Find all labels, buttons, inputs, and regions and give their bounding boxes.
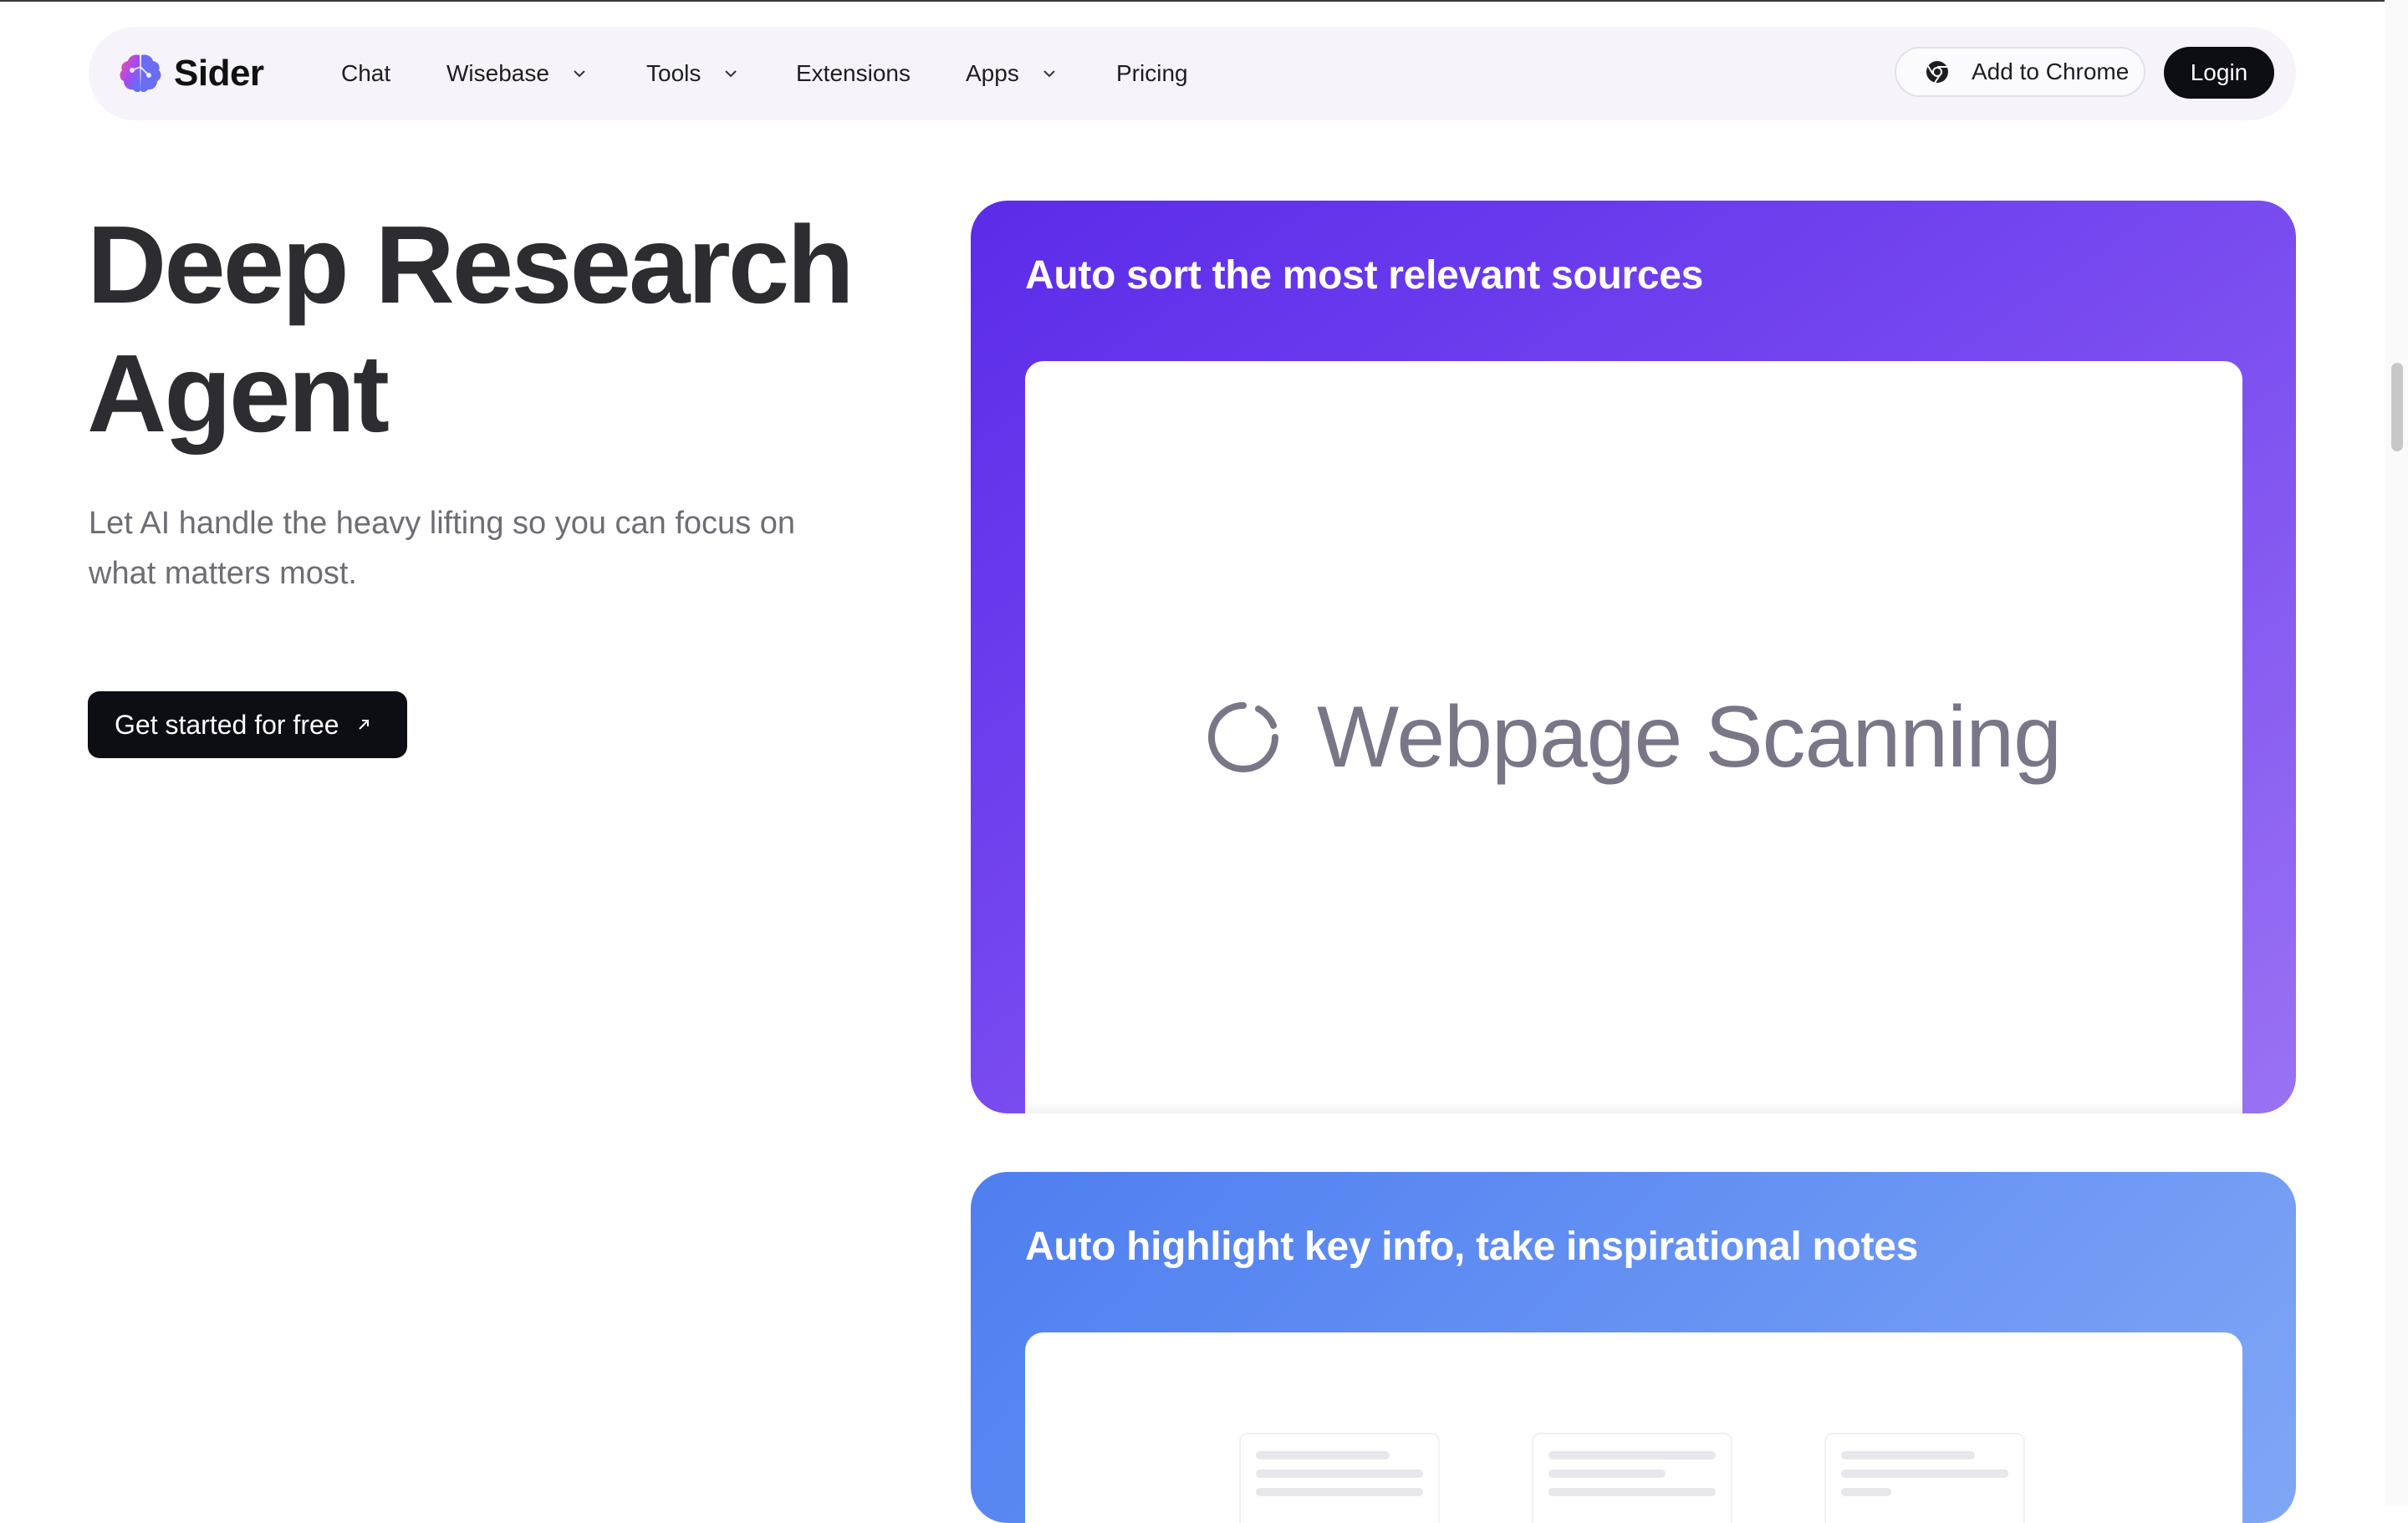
scanning-text: Webpage Scanning bbox=[1317, 688, 2062, 786]
arrow-up-right-icon bbox=[358, 720, 369, 730]
nav-chat[interactable]: Chat bbox=[341, 57, 390, 90]
nav-extensions-label: Extensions bbox=[796, 60, 911, 86]
nav-wisebase[interactable]: Wisebase bbox=[446, 57, 586, 90]
feature-card-highlight: Auto highlight key info, take inspiratio… bbox=[971, 1172, 2296, 1523]
webpage-scanning-status: Webpage Scanning bbox=[1025, 361, 2242, 1113]
nav-apps[interactable]: Apps bbox=[966, 57, 1056, 90]
nav-tools[interactable]: Tools bbox=[646, 57, 737, 90]
chevron-down-icon bbox=[725, 70, 737, 78]
top-navbar: Sider Chat Wisebase Tools Extensions App… bbox=[89, 27, 2296, 120]
document-thumbnail bbox=[1239, 1433, 1440, 1523]
chevron-down-icon bbox=[1043, 70, 1055, 78]
nav-tools-label: Tools bbox=[646, 60, 701, 86]
document-thumbnail bbox=[1532, 1433, 1732, 1523]
brain-icon bbox=[120, 54, 161, 93]
card-preview-panel: Webpage Scanning bbox=[1025, 361, 2242, 1113]
get-started-button[interactable]: Get started for free bbox=[88, 691, 407, 758]
card-title: Auto highlight key info, take inspiratio… bbox=[1025, 1225, 1919, 1269]
nav-pricing-label: Pricing bbox=[1116, 60, 1188, 86]
title-line-2: Agent bbox=[87, 332, 390, 455]
card-title: Auto sort the most relevant sources bbox=[1025, 253, 1704, 298]
add-to-chrome-label: Add to Chrome bbox=[1972, 59, 2130, 84]
chevron-down-icon bbox=[574, 70, 585, 78]
spinner-icon bbox=[1208, 702, 1279, 772]
login-label: Login bbox=[2190, 59, 2248, 85]
title-line-1: Deep Research bbox=[87, 203, 855, 326]
nav-wisebase-label: Wisebase bbox=[446, 60, 549, 86]
nav-pricing[interactable]: Pricing bbox=[1116, 57, 1188, 90]
nav-chat-label: Chat bbox=[341, 60, 391, 86]
add-to-chrome-button[interactable]: Add to Chrome bbox=[1895, 47, 2145, 97]
page-scrollbar[interactable] bbox=[2385, 0, 2408, 1505]
document-thumbnail bbox=[1824, 1433, 2025, 1523]
nav-extensions[interactable]: Extensions bbox=[796, 57, 911, 90]
feature-card-sources: Auto sort the most relevant sources Webp… bbox=[971, 201, 2296, 1113]
logo-text: Sider bbox=[174, 53, 264, 94]
scrollbar-thumb[interactable] bbox=[2391, 363, 2403, 451]
get-started-label: Get started for free bbox=[115, 709, 339, 740]
hero-subtitle: Let AI handle the heavy lifting so you c… bbox=[89, 506, 796, 591]
chrome-icon bbox=[1926, 61, 1948, 84]
page-title: Deep Research Agent bbox=[87, 201, 923, 458]
nav-apps-label: Apps bbox=[966, 60, 1019, 86]
card-preview-panel bbox=[1025, 1332, 2242, 1523]
login-button[interactable]: Login bbox=[2164, 47, 2274, 99]
sider-logo[interactable]: Sider bbox=[117, 48, 264, 99]
window-top-border bbox=[0, 0, 2408, 2]
